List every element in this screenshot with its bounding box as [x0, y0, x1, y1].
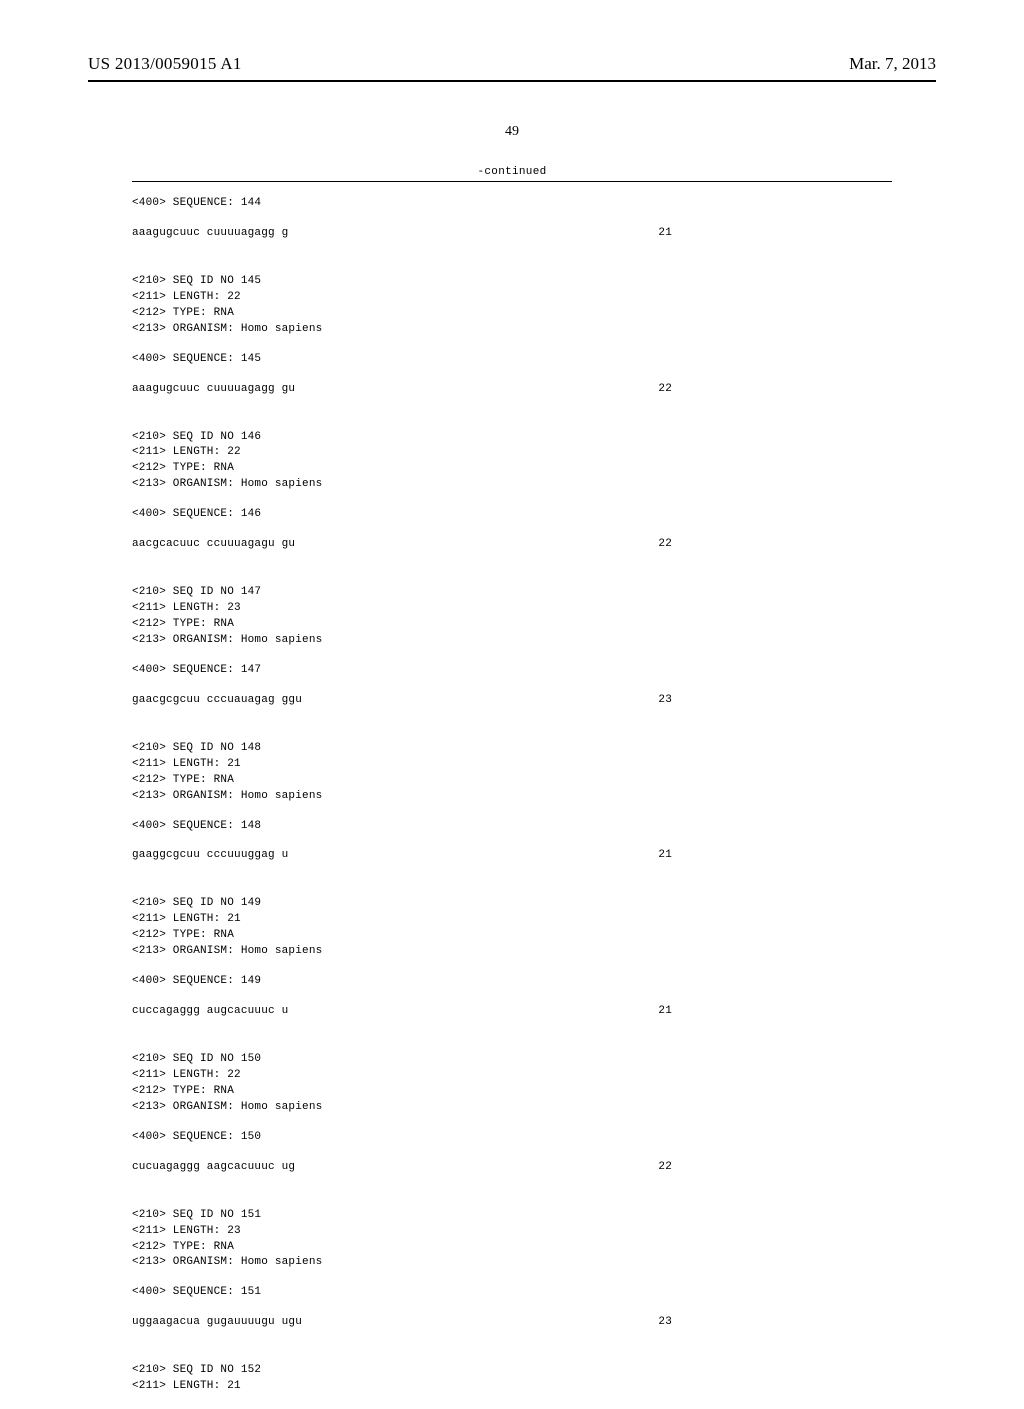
sequence-line: uggaagacua gugauuuugu ugu 23 [132, 1315, 672, 1331]
sequence-400-header: <400> SEQUENCE: 146 [132, 507, 892, 523]
sequence-block: aacgcacuuc ccuuuagagu gu 22 [132, 537, 892, 553]
sequence-text: aaagugcuuc cuuuuagagg gu [132, 382, 295, 398]
sequence-block: cuccagaggg augcacuuuc u 21 [132, 1004, 892, 1020]
sequence-length-number: 22 [658, 382, 672, 398]
sequence-line: cuccagaggg augcacuuuc u 21 [132, 1004, 672, 1020]
sequence-meta-line: <212> TYPE: RNA [132, 1084, 892, 1100]
header-rule [88, 80, 936, 82]
sequence-meta-block: <210> SEQ ID NO 152<211> LENGTH: 21 [132, 1363, 892, 1395]
sequence-meta-line: <211> LENGTH: 22 [132, 290, 892, 306]
sequence-block: gaacgcgcuu cccuauagag ggu 23 [132, 693, 892, 709]
sequence-length-number: 21 [658, 1004, 672, 1020]
sequence-text: gaaggcgcuu cccuuuggag u [132, 848, 288, 864]
sequence-meta-line: <213> ORGANISM: Homo sapiens [132, 477, 892, 493]
sequence-length-number: 21 [658, 848, 672, 864]
sequence-length-number: 23 [658, 693, 672, 709]
sequence-meta-line: <213> ORGANISM: Homo sapiens [132, 944, 892, 960]
sequence-meta-line: <210> SEQ ID NO 151 [132, 1208, 892, 1224]
sequence-meta-line: <211> LENGTH: 23 [132, 601, 892, 617]
sequence-meta-block: <210> SEQ ID NO 148<211> LENGTH: 21<212>… [132, 741, 892, 805]
sequence-block: cucuagaggg aagcacuuuc ug 22 [132, 1160, 892, 1176]
sequence-meta-line: <210> SEQ ID NO 148 [132, 741, 892, 757]
sequence-meta-block: <210> SEQ ID NO 151<211> LENGTH: 23<212>… [132, 1208, 892, 1272]
sequence-meta-line: <211> LENGTH: 22 [132, 445, 892, 461]
sequence-block: aaagugcuuc cuuuuagagg g 21 [132, 226, 892, 242]
sequence-length-number: 22 [658, 1160, 672, 1176]
sequence-line: aaagugcuuc cuuuuagagg g 21 [132, 226, 672, 242]
continued-label: -continued [132, 166, 892, 178]
page-number: 49 [0, 124, 1024, 140]
sequence-line: aacgcacuuc ccuuuagagu gu 22 [132, 537, 672, 553]
sequence-400-header: <400> SEQUENCE: 148 [132, 819, 892, 835]
sequence-meta-line: <212> TYPE: RNA [132, 773, 892, 789]
sequence-meta-line: <213> ORGANISM: Homo sapiens [132, 322, 892, 338]
sequence-meta-block: <210> SEQ ID NO 149<211> LENGTH: 21<212>… [132, 896, 892, 960]
sequence-text: aacgcacuuc ccuuuagagu gu [132, 537, 295, 553]
sequence-text: gaacgcgcuu cccuauagag ggu [132, 693, 302, 709]
sequence-meta-line: <210> SEQ ID NO 152 [132, 1363, 892, 1379]
sequence-meta-line: <212> TYPE: RNA [132, 928, 892, 944]
sequence-meta-line: <211> LENGTH: 22 [132, 1068, 892, 1084]
sequence-text: cucuagaggg aagcacuuuc ug [132, 1160, 295, 1176]
sequence-meta-block: <210> SEQ ID NO 146<211> LENGTH: 22<212>… [132, 430, 892, 494]
publication-date: Mar. 7, 2013 [849, 54, 936, 74]
sequence-meta-line: <210> SEQ ID NO 147 [132, 585, 892, 601]
sequence-400-header: <400> SEQUENCE: 150 [132, 1130, 892, 1146]
sequence-line: gaacgcgcuu cccuauagag ggu 23 [132, 693, 672, 709]
sequence-meta-line: <211> LENGTH: 21 [132, 912, 892, 928]
sequence-length-number: 23 [658, 1315, 672, 1331]
sequence-meta-line: <211> LENGTH: 23 [132, 1224, 892, 1240]
sequence-400-header: <400> SEQUENCE: 145 [132, 352, 892, 368]
sequence-block: gaaggcgcuu cccuuuggag u 21 [132, 848, 892, 864]
sequence-meta-line: <212> TYPE: RNA [132, 461, 892, 477]
sequence-text: aaagugcuuc cuuuuagagg g [132, 226, 288, 242]
sequence-line: aaagugcuuc cuuuuagagg gu 22 [132, 382, 672, 398]
sequence-400-header: <400> SEQUENCE: 151 [132, 1285, 892, 1301]
sequence-meta-line: <210> SEQ ID NO 150 [132, 1052, 892, 1068]
sequence-meta-line: <213> ORGANISM: Homo sapiens [132, 1255, 892, 1271]
sequence-meta-line: <212> TYPE: RNA [132, 306, 892, 322]
sequence-400-header: <400> SEQUENCE: 147 [132, 663, 892, 679]
content-area: -continued <400> SEQUENCE: 144 aaagugcuuc… [132, 166, 892, 1409]
sequence-meta-block: <210> SEQ ID NO 145<211> LENGTH: 22<212>… [132, 274, 892, 338]
sequence-listing: <400> SEQUENCE: 144 aaagugcuuc cuuuuagagg… [132, 196, 892, 1395]
sequence-meta-line: <210> SEQ ID NO 149 [132, 896, 892, 912]
top-rule [132, 181, 892, 182]
sequence-text: uggaagacua gugauuuugu ugu [132, 1315, 302, 1331]
sequence-meta-line: <212> TYPE: RNA [132, 617, 892, 633]
sequence-meta-line: <211> LENGTH: 21 [132, 757, 892, 773]
sequence-line: gaaggcgcuu cccuuuggag u 21 [132, 848, 672, 864]
sequence-meta-line: <211> LENGTH: 21 [132, 1379, 892, 1395]
sequence-meta-block: <210> SEQ ID NO 150<211> LENGTH: 22<212>… [132, 1052, 892, 1116]
sequence-length-number: 21 [658, 226, 672, 242]
page-header: US 2013/0059015 A1 Mar. 7, 2013 [0, 54, 1024, 74]
sequence-meta-line: <213> ORGANISM: Homo sapiens [132, 633, 892, 649]
sequence-text: cuccagaggg augcacuuuc u [132, 1004, 288, 1020]
sequence-length-number: 22 [658, 537, 672, 553]
sequence-meta-line: <212> TYPE: RNA [132, 1240, 892, 1256]
publication-number: US 2013/0059015 A1 [88, 54, 242, 73]
sequence-meta-line: <210> SEQ ID NO 145 [132, 274, 892, 290]
sequence-block: uggaagacua gugauuuugu ugu 23 [132, 1315, 892, 1331]
sequence-400-header: <400> SEQUENCE: 149 [132, 974, 892, 990]
sequence-meta-block: <210> SEQ ID NO 147<211> LENGTH: 23<212>… [132, 585, 892, 649]
sequence-meta-line: <213> ORGANISM: Homo sapiens [132, 789, 892, 805]
sequence-block: aaagugcuuc cuuuuagagg gu 22 [132, 382, 892, 398]
sequence-meta-line: <210> SEQ ID NO 146 [132, 430, 892, 446]
sequence-line: cucuagaggg aagcacuuuc ug 22 [132, 1160, 672, 1176]
sequence-meta-line: <213> ORGANISM: Homo sapiens [132, 1100, 892, 1116]
sequence-400-header: <400> SEQUENCE: 144 [132, 196, 892, 212]
